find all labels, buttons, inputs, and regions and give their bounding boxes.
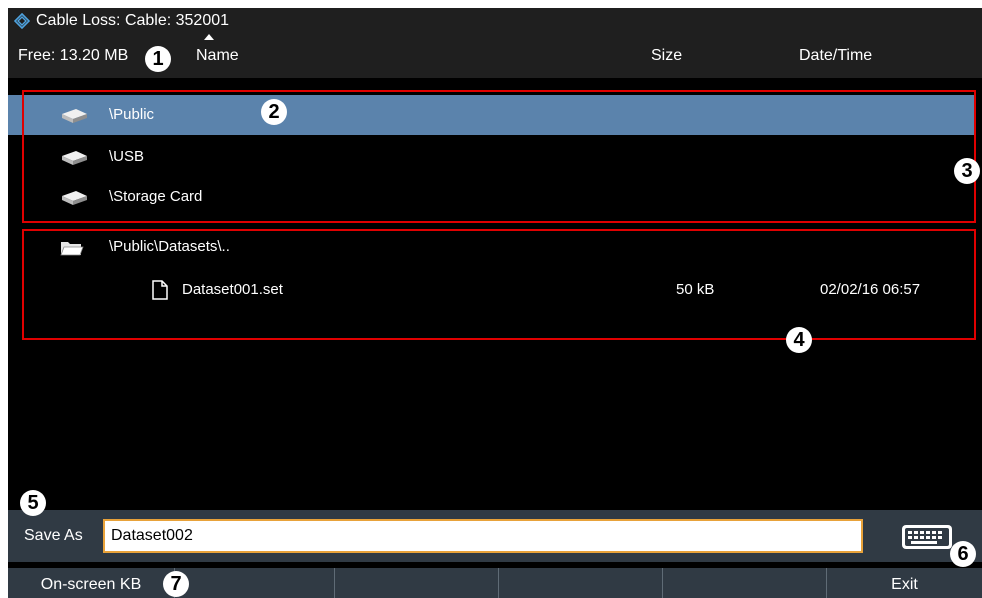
callout-5: 5 — [20, 490, 46, 516]
drives-callout-box — [22, 90, 976, 223]
callout-1: 1 — [145, 46, 171, 72]
window-title: Cable Loss: Cable: 352001 — [36, 12, 230, 29]
softkey-3[interactable] — [334, 568, 498, 598]
callout-2: 2 — [261, 99, 287, 125]
callout-3: 3 — [954, 158, 980, 184]
callout-7: 7 — [163, 571, 189, 597]
save-as-bar: Save As — [8, 510, 982, 562]
rohde-schwarz-logo-icon — [14, 13, 30, 29]
callout-4: 4 — [786, 327, 812, 353]
date-column-header[interactable]: Date/Time — [799, 34, 872, 78]
softkey-exit[interactable]: Exit — [826, 568, 982, 598]
sort-ascending-icon — [204, 34, 214, 40]
softkey-4[interactable] — [498, 568, 662, 598]
save-as-label: Save As — [24, 527, 83, 544]
softkey-on-screen-kb[interactable]: On-screen KB — [8, 568, 174, 598]
files-callout-box — [22, 229, 976, 340]
free-space-label: Free: 13.20 MB — [18, 47, 129, 64]
name-column-label: Name — [196, 47, 239, 64]
softkey-bar: On-screen KB Exit — [8, 568, 982, 598]
softkey-2[interactable] — [174, 568, 334, 598]
title-bar: Cable Loss: Cable: 352001 — [8, 8, 982, 34]
filename-input[interactable] — [103, 519, 863, 553]
callout-6: 6 — [950, 541, 976, 567]
size-column-header[interactable]: Size — [651, 34, 682, 78]
file-manager-screen: Cable Loss: Cable: 352001 Free: 13.20 MB… — [8, 8, 982, 598]
keyboard-icon[interactable] — [901, 524, 953, 550]
softkey-5[interactable] — [662, 568, 826, 598]
